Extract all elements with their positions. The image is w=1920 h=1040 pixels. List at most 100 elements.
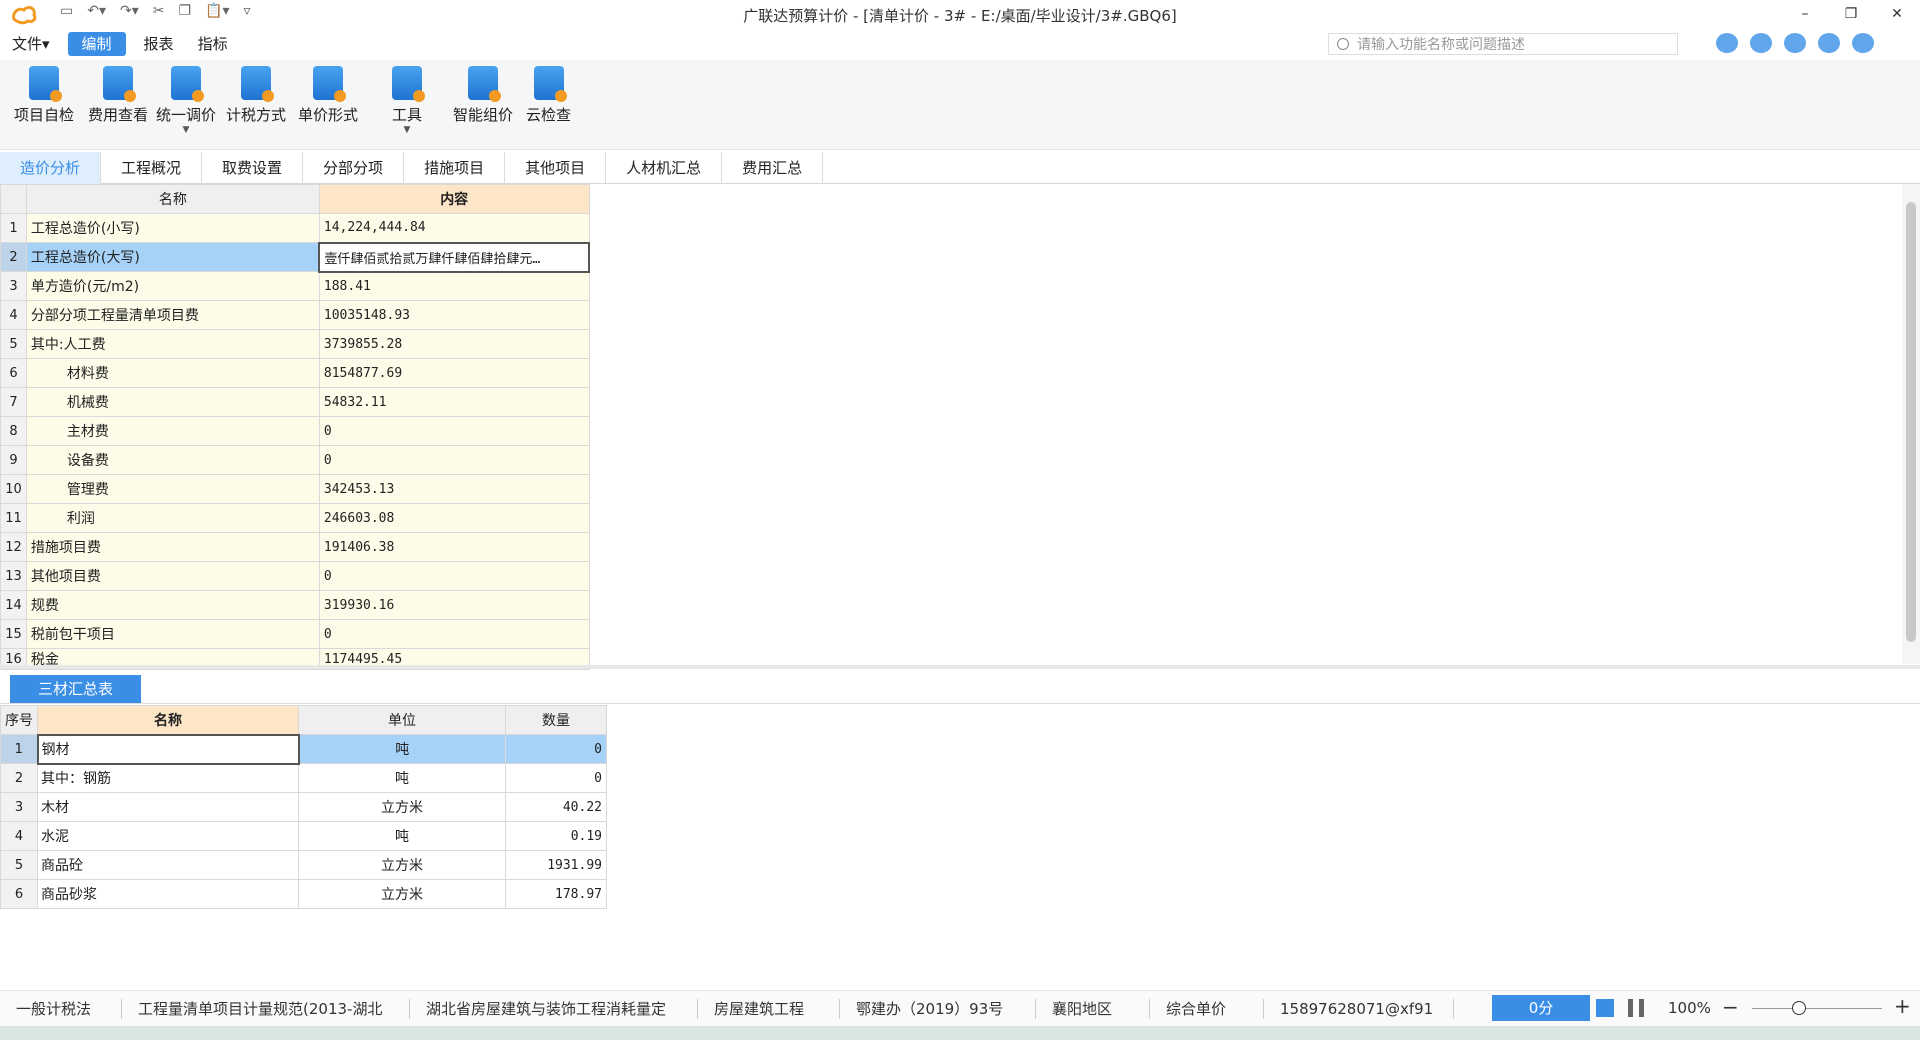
- status-price-mode[interactable]: 综合单价: [1150, 998, 1264, 1019]
- cell-value[interactable]: 319930.16: [318, 590, 590, 620]
- table-row[interactable]: 14 规费 319930.16: [0, 590, 590, 620]
- cell-name[interactable]: 管理费: [25, 474, 320, 504]
- smart-pricing-button[interactable]: 智能组价: [453, 66, 513, 125]
- cell-unit[interactable]: 立方米: [298, 879, 506, 909]
- column-header-name[interactable]: 名称: [37, 705, 299, 735]
- table-row[interactable]: 3 木材 立方米 40.22: [0, 792, 607, 822]
- cell-name[interactable]: 设备费: [25, 445, 320, 475]
- cell-name[interactable]: 措施项目费: [25, 532, 320, 562]
- cloud-check-button[interactable]: 云检查: [526, 66, 571, 125]
- tab-labor-material-summary[interactable]: 人材机汇总: [606, 152, 723, 184]
- apps-icon[interactable]: [1818, 33, 1840, 53]
- table-row[interactable]: 15 税前包干项目 0: [0, 619, 590, 649]
- status-bill-spec[interactable]: 工程量清单项目计量规范(2013-湖北: [122, 998, 410, 1019]
- table-row[interactable]: 13 其他项目费 0: [0, 561, 590, 591]
- cell-name[interactable]: 税前包干项目: [25, 619, 320, 649]
- score-badge[interactable]: 0分: [1492, 995, 1590, 1021]
- table-row[interactable]: 6 商品砂浆 立方米 178.97: [0, 879, 607, 909]
- menu-compile[interactable]: 编制: [67, 32, 126, 56]
- cell-value[interactable]: 191406.38: [318, 532, 590, 562]
- panel-splitter[interactable]: [0, 665, 1920, 669]
- status-tax-method[interactable]: 一般计税法: [0, 998, 122, 1019]
- cell-value[interactable]: 0: [318, 416, 590, 446]
- cell-quantity[interactable]: 1931.99: [505, 850, 607, 880]
- cell-name[interactable]: 工程总造价(大写): [25, 242, 320, 272]
- cell-value[interactable]: 8154877.69: [318, 358, 590, 388]
- unified-price-button[interactable]: 统一调价 ▼: [156, 66, 216, 135]
- info-icon[interactable]: [1852, 33, 1874, 53]
- table-row[interactable]: 5 商品砼 立方米 1931.99: [0, 850, 607, 880]
- table-row[interactable]: 5 其中:人工费 3739855.28: [0, 329, 590, 359]
- view-list-icon[interactable]: [1596, 999, 1614, 1017]
- cell-value[interactable]: 188.41: [318, 271, 590, 301]
- cell-name[interactable]: 规费: [25, 590, 320, 620]
- cell-unit[interactable]: 立方米: [298, 850, 506, 880]
- project-check-button[interactable]: 项目自检: [14, 66, 74, 125]
- tab-sub-items[interactable]: 分部分项: [303, 152, 405, 184]
- status-account[interactable]: 15897628071@xf91: [1264, 998, 1454, 1019]
- view-columns-icon[interactable]: [1628, 999, 1644, 1017]
- tab-fee-summary[interactable]: 费用汇总: [722, 152, 824, 184]
- table-row[interactable]: 11 利润 246603.08: [0, 503, 590, 533]
- tax-method-button[interactable]: 计税方式: [226, 66, 286, 125]
- status-quota-standard[interactable]: 湖北省房屋建筑与装饰工程消耗量定: [410, 998, 698, 1019]
- table-row-selected[interactable]: 1 钢材吨 0: [0, 733, 607, 765]
- tab-measure-items[interactable]: 措施项目: [404, 152, 506, 184]
- cell-value[interactable]: 0: [318, 445, 590, 475]
- cell-value[interactable]: 14,224,444.84: [318, 213, 590, 243]
- column-header-name[interactable]: 名称: [25, 184, 320, 214]
- cell-name[interactable]: 水泥: [37, 821, 299, 851]
- cell-quantity[interactable]: 0: [505, 763, 607, 793]
- cell-name[interactable]: 材料费: [25, 358, 320, 388]
- help-icon[interactable]: [1784, 33, 1806, 53]
- table-row[interactable]: 9 设备费 0: [0, 445, 590, 475]
- cell-name[interactable]: 机械费: [25, 387, 320, 417]
- zoom-slider-knob[interactable]: [1792, 1001, 1806, 1015]
- menu-file[interactable]: 文件▾: [0, 32, 62, 56]
- table-row[interactable]: 1 工程总造价(小写) 14,224,444.84: [0, 213, 590, 243]
- column-header-quantity[interactable]: 数量: [505, 705, 607, 735]
- cell-value[interactable]: 54832.11: [318, 387, 590, 417]
- table-row[interactable]: 3 单方造价(元/m2) 188.41: [0, 271, 590, 301]
- table-row[interactable]: 12 措施项目费 191406.38: [0, 532, 590, 562]
- tab-cost-analysis[interactable]: 造价分析: [0, 152, 102, 184]
- cell-value[interactable]: 342453.13: [318, 474, 590, 504]
- cell-value[interactable]: 10035148.93: [318, 300, 590, 330]
- table-row[interactable]: 10 管理费 342453.13: [0, 474, 590, 504]
- zoom-in-button[interactable]: +: [1894, 994, 1911, 1018]
- cell-quantity[interactable]: 178.97: [505, 879, 607, 909]
- cell-value[interactable]: 246603.08: [318, 503, 590, 533]
- vertical-scrollbar[interactable]: [1902, 184, 1920, 664]
- zoom-slider[interactable]: [1752, 1008, 1882, 1009]
- cell-quantity[interactable]: 0.19: [505, 821, 607, 851]
- status-document-no[interactable]: 鄂建办（2019）93号: [840, 998, 1036, 1019]
- scrollbar-thumb[interactable]: [1906, 202, 1916, 642]
- cell-name[interactable]: 利润: [25, 503, 320, 533]
- minimize-button[interactable]: –: [1782, 0, 1828, 28]
- menu-index[interactable]: 指标: [186, 32, 240, 56]
- cell-name[interactable]: 其中：钢筋: [37, 763, 299, 793]
- table-row[interactable]: 4 分部分项工程量清单项目费 10035148.93: [0, 300, 590, 330]
- zoom-out-button[interactable]: −: [1722, 995, 1739, 1019]
- table-row[interactable]: 6 材料费 8154877.69: [0, 358, 590, 388]
- cell-value[interactable]: 壹仟肆佰贰拾贰万肆仟肆佰肆拾肆元…: [318, 241, 590, 273]
- refresh-icon[interactable]: [1750, 33, 1772, 53]
- cell-unit[interactable]: 吨: [298, 821, 506, 851]
- cell-name[interactable]: 钢材: [36, 733, 300, 765]
- cell-name[interactable]: 商品砼: [37, 850, 299, 880]
- cell-value[interactable]: 3739855.28: [318, 329, 590, 359]
- table-row[interactable]: 8 主材费 0: [0, 416, 590, 446]
- cell-name[interactable]: 其中:人工费: [25, 329, 320, 359]
- cell-name[interactable]: 其他项目费: [25, 561, 320, 591]
- cell-unit[interactable]: 吨: [298, 734, 506, 764]
- fee-view-button[interactable]: 费用查看: [88, 66, 148, 125]
- tab-project-overview[interactable]: 工程概况: [101, 152, 203, 184]
- cell-unit[interactable]: 立方米: [298, 792, 506, 822]
- cell-name[interactable]: 木材: [37, 792, 299, 822]
- table-row[interactable]: 4 水泥吨 0.19: [0, 821, 607, 851]
- cell-unit[interactable]: 吨: [298, 763, 506, 793]
- cell-name[interactable]: 主材费: [25, 416, 320, 446]
- tab-other-items[interactable]: 其他项目: [505, 152, 607, 184]
- cell-name[interactable]: 分部分项工程量清单项目费: [25, 300, 320, 330]
- tools-button[interactable]: 工具 ▼: [392, 66, 425, 135]
